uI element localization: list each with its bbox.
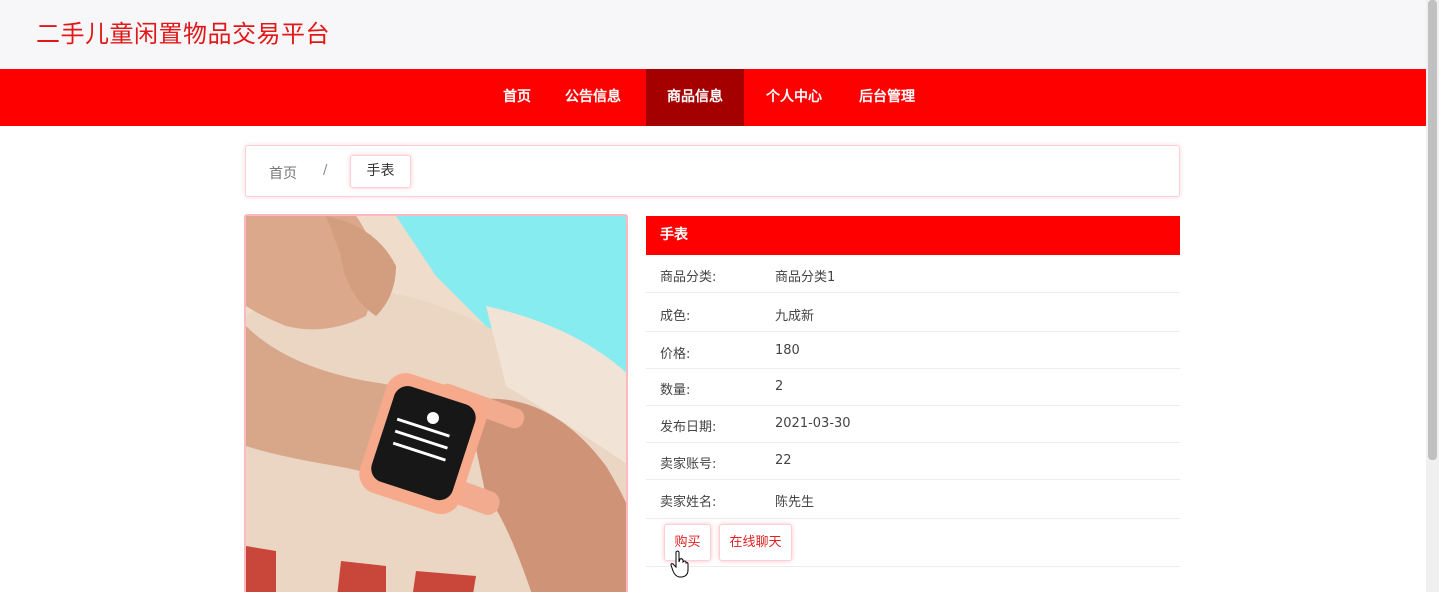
- breadcrumb: 首页 / 手表: [245, 145, 1180, 197]
- detail-label: 卖家姓名:: [660, 495, 717, 510]
- detail-label: 成色:: [660, 309, 691, 324]
- detail-label: 发布日期:: [660, 420, 717, 435]
- detail-row-seller-account: 卖家账号: 22: [646, 443, 1180, 480]
- product-title: 手表: [646, 216, 1180, 255]
- nav-item-home[interactable]: 首页: [503, 69, 531, 126]
- product-image: [244, 214, 628, 592]
- scrollbar-thumb[interactable]: [1428, 0, 1437, 460]
- detail-row-category: 商品分类: 商品分类1: [646, 255, 1180, 293]
- watch-photo: [246, 216, 626, 592]
- online-chat-button[interactable]: 在线聊天: [719, 524, 792, 561]
- detail-row-quantity: 数量: 2: [646, 369, 1180, 406]
- site-title: 二手儿童闲置物品交易平台: [36, 20, 330, 48]
- detail-value: 22: [775, 453, 792, 468]
- detail-row-price: 价格: 180: [646, 332, 1180, 369]
- breadcrumb-home[interactable]: 首页: [269, 163, 297, 183]
- detail-value: 商品分类1: [775, 270, 836, 285]
- detail-label: 商品分类:: [660, 270, 717, 285]
- detail-value: 陈先生: [775, 495, 815, 510]
- hand-cursor-icon: [670, 550, 689, 578]
- breadcrumb-current: 手表: [350, 155, 411, 188]
- vertical-scrollbar[interactable]: [1426, 0, 1439, 592]
- detail-label: 卖家账号:: [660, 457, 717, 472]
- detail-row-seller-name: 卖家姓名: 陈先生: [646, 480, 1180, 519]
- detail-row-condition: 成色: 九成新: [646, 293, 1180, 332]
- detail-label: 数量:: [660, 383, 691, 398]
- detail-value: 2021-03-30: [775, 416, 851, 431]
- detail-value: 2: [775, 379, 784, 394]
- detail-row-publish-date: 发布日期: 2021-03-30: [646, 406, 1180, 443]
- detail-label: 价格:: [660, 347, 691, 362]
- main-nav: 首页 公告信息 商品信息 个人中心 后台管理: [0, 69, 1426, 126]
- nav-item-personal-center[interactable]: 个人中心: [766, 69, 822, 126]
- nav-item-products[interactable]: 商品信息: [646, 69, 744, 126]
- detail-value: 180: [775, 343, 800, 358]
- detail-value: 九成新: [775, 309, 815, 324]
- breadcrumb-separator: /: [323, 163, 328, 178]
- nav-item-admin[interactable]: 后台管理: [859, 69, 915, 126]
- nav-item-announcements[interactable]: 公告信息: [565, 69, 621, 126]
- site-header: 二手儿童闲置物品交易平台: [0, 0, 1426, 69]
